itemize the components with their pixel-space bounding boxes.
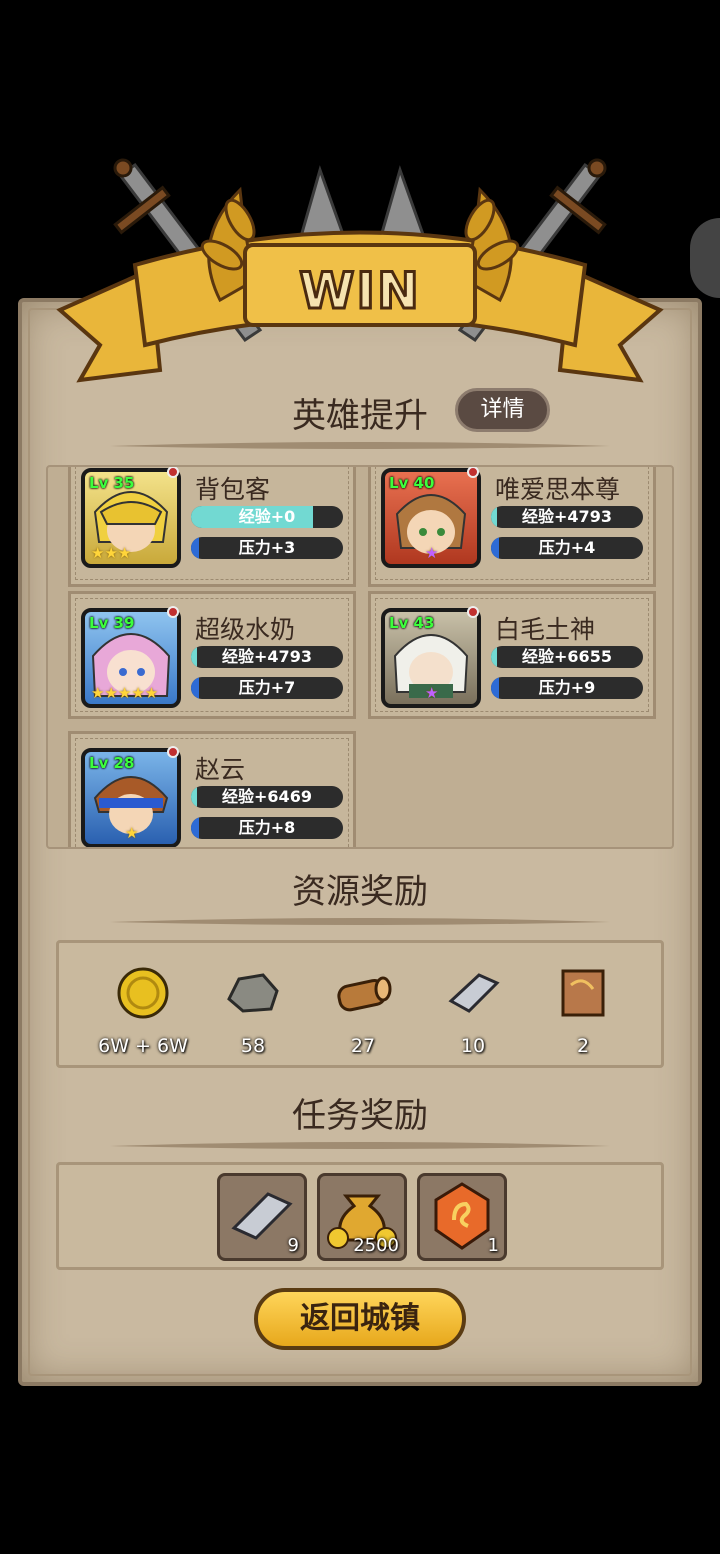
hero-level: Lv 35 [89,474,135,492]
exp-bar: 经验+4793 [491,506,643,528]
resource-item[interactable]: 10 [423,965,523,1057]
hero-card[interactable]: Lv 40 ★ 唯爱思本尊 经验+4793 压力+4 [368,467,656,587]
reward-count: 9 [287,1235,299,1256]
hero-portrait: Lv 35 ★★★ [81,468,181,568]
quest-reward-item[interactable]: 1 [417,1173,507,1261]
hero-stars: ★★★★★ [91,684,159,702]
pressure-bar: 压力+7 [191,677,343,699]
heroes-section-title: 英雄提升 [292,396,428,436]
resource-item[interactable]: 6W + 6W [93,965,193,1057]
hero-level: Lv 43 [389,614,435,632]
notification-dot [167,467,179,478]
resource-rewards: 6W + 6W 58 27 10 2 [56,940,664,1068]
section-divider [110,1142,610,1149]
resource-count: 6W + 6W [98,1035,188,1057]
hero-name: 背包客 [195,475,271,504]
notification-dot [467,606,479,618]
win-title: WIN [298,261,421,322]
notification-dot [167,746,179,758]
notification-dot [167,606,179,618]
return-to-town-button[interactable]: 返回城镇 [254,1288,466,1350]
hero-card[interactable]: Lv 39 ★★★★★ 超级水奶 经验+4793 压力+7 [68,591,356,719]
exp-bar: 经验+6469 [191,786,343,808]
hero-stars: ★ [425,684,439,702]
leather-icon [561,969,605,1017]
hero-level: Lv 39 [89,614,135,632]
hero-portrait: Lv 39 ★★★★★ [81,608,181,708]
exp-bar: 经验+6655 [491,646,643,668]
wood-log-icon [337,976,392,1012]
hero-name: 白毛土神 [495,615,596,644]
hero-list: Lv 35 ★★★ 背包客 经验+0 压力+3 Lv 40 ★ 唯爱思本尊 经验… [46,465,674,849]
resources-section-title: 资源奖励 [292,872,428,912]
hero-stars: ★★★ [91,544,132,562]
resource-count: 2 [576,1035,590,1057]
hero-card[interactable]: Lv 43 ★ 白毛土神 经验+6655 压力+9 [368,591,656,719]
hero-name: 唯爱思本尊 [495,475,621,504]
hero-portrait: Lv 43 ★ [381,608,481,708]
quest-reward-item[interactable]: 9 [217,1173,307,1261]
hero-level: Lv 28 [89,754,135,772]
quest-section-title: 任务奖励 [292,1096,428,1136]
pressure-bar: 压力+4 [491,537,643,559]
gold-coin-icon [117,967,169,1019]
resource-count: 10 [460,1035,486,1057]
resource-count: 58 [240,1035,266,1057]
resource-item[interactable]: 27 [313,965,413,1057]
iron-ingot-icon [448,973,500,1013]
quest-rewards: 9 2500 1 [56,1162,664,1270]
hero-card[interactable]: Lv 28 ★ 赵云 经验+6469 压力+8 [68,731,356,847]
section-divider [110,442,610,449]
resource-item[interactable]: 2 [533,965,633,1057]
hero-stars: ★ [125,824,139,842]
hero-portrait: Lv 28 ★ [81,748,181,847]
pressure-bar: 压力+3 [191,537,343,559]
exp-bar: 经验+4793 [191,646,343,668]
exp-bar: 经验+0 [191,506,343,528]
hero-stars: ★ [425,544,439,562]
reward-count: 1 [487,1235,499,1256]
resource-item[interactable]: 58 [203,965,303,1057]
pressure-bar: 压力+9 [491,677,643,699]
hero-level: Lv 40 [389,474,435,492]
detail-button[interactable]: 详情 [455,388,550,432]
reward-count: 2500 [353,1235,399,1256]
quest-reward-item[interactable]: 2500 [317,1173,407,1261]
hero-name: 超级水奶 [195,615,296,644]
section-divider [110,918,610,925]
hero-card[interactable]: Lv 35 ★★★ 背包客 经验+0 压力+3 [68,467,356,587]
resource-count: 27 [350,1035,376,1057]
hero-portrait: Lv 40 ★ [381,468,481,568]
stone-ore-icon [227,973,279,1013]
hero-name: 赵云 [195,755,246,784]
notification-dot [467,467,479,478]
pressure-bar: 压力+8 [191,817,343,839]
